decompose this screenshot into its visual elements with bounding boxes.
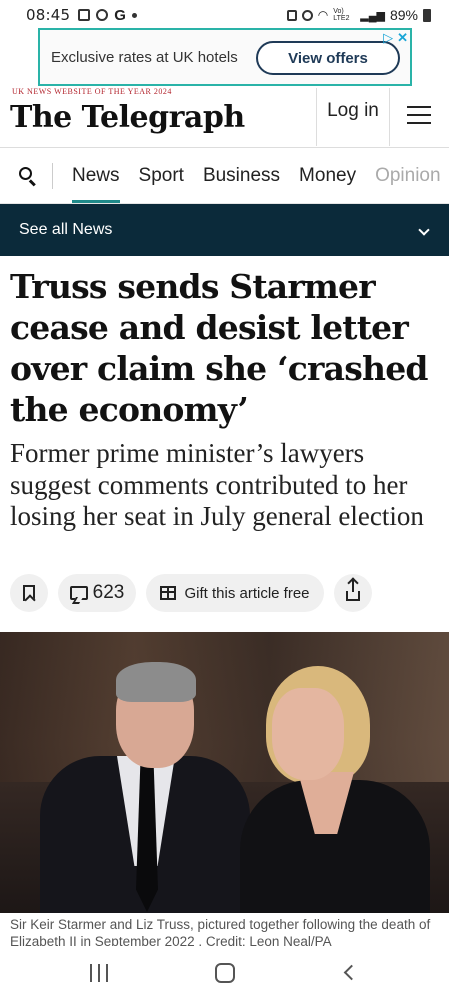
gift-label: Gift this article free — [184, 584, 310, 602]
ad-text: Exclusive rates at UK hotels — [51, 48, 238, 66]
bookmark-icon — [23, 585, 35, 601]
gift-article-button[interactable]: Gift this article free — [146, 574, 324, 612]
notification-icons: G — [78, 7, 137, 24]
google-icon: G — [114, 6, 126, 24]
wifi-icon: ◠ — [317, 8, 329, 22]
comments-button[interactable]: 623 — [58, 574, 136, 612]
status-time: 08:45 — [26, 6, 71, 24]
alarm-icon — [301, 9, 313, 21]
menu-icon[interactable] — [407, 106, 431, 124]
see-all-news-label: See all News — [19, 221, 113, 238]
battery-icon — [423, 8, 431, 22]
photo-caption: Sir Keir Starmer and Liz Truss, pictured… — [10, 917, 431, 946]
search-icon[interactable] — [18, 166, 38, 186]
login-button[interactable]: Log in — [316, 88, 390, 146]
nav-item-money[interactable]: Money — [299, 148, 356, 203]
battery-percent: 89% — [389, 7, 418, 23]
share-icon — [346, 580, 360, 601]
nav-divider — [52, 162, 53, 189]
comment-count: 623 — [92, 582, 125, 603]
see-all-news-bar[interactable]: See all News — [0, 204, 449, 256]
bookmark-button[interactable] — [10, 574, 48, 612]
recents-icon[interactable] — [90, 964, 108, 982]
gift-icon — [160, 586, 177, 600]
back-icon[interactable] — [343, 964, 360, 981]
nav-item-news[interactable]: News — [72, 148, 120, 203]
gallery-icon — [78, 9, 91, 21]
voicemail-icon — [96, 9, 109, 21]
header-tagline: UK NEWS WEBSITE OF THE YEAR 2024 — [12, 87, 172, 96]
article-actions: 623 Gift this article free — [10, 574, 372, 612]
close-icon[interactable]: ✕ — [397, 30, 408, 46]
more-notifications-icon — [131, 12, 137, 18]
chevron-down-icon — [418, 224, 430, 236]
section-nav: News Sport Business Money Opinion — [0, 148, 449, 204]
comment-icon — [69, 586, 88, 600]
ad-choices[interactable]: ▷ ✕ — [383, 30, 408, 46]
article-headline: Truss sends Starmer cease and desist let… — [10, 267, 428, 429]
nav-item-business[interactable]: Business — [203, 148, 280, 203]
telegraph-logo[interactable]: The Telegraph — [10, 100, 245, 135]
adchoices-icon[interactable]: ▷ — [383, 30, 393, 46]
ad-view-offers-button[interactable]: View offers — [256, 41, 400, 75]
home-icon[interactable] — [215, 963, 235, 983]
signal-icon: ▂▄▆ — [360, 9, 385, 22]
nav-item-sport[interactable]: Sport — [139, 148, 184, 203]
status-bar: 08:45 G ◠ Vo) LTE2 ▂▄▆ 89% — [0, 0, 449, 30]
ad-banner[interactable]: Exclusive rates at UK hotels View offers… — [38, 28, 412, 86]
article-standfirst: Former prime minister’s lawyers suggest … — [10, 438, 424, 531]
status-right: ◠ Vo) LTE2 ▂▄▆ 89% — [286, 7, 431, 23]
article-photo — [0, 632, 449, 913]
lock-icon — [286, 9, 297, 21]
nav-item-opinion[interactable]: Opinion — [375, 148, 441, 203]
system-nav-bar — [0, 946, 449, 1000]
share-button[interactable] — [334, 574, 372, 612]
site-header: UK NEWS WEBSITE OF THE YEAR 2024 The Tel… — [0, 86, 449, 148]
network-label: Vo) LTE2 — [333, 8, 350, 22]
